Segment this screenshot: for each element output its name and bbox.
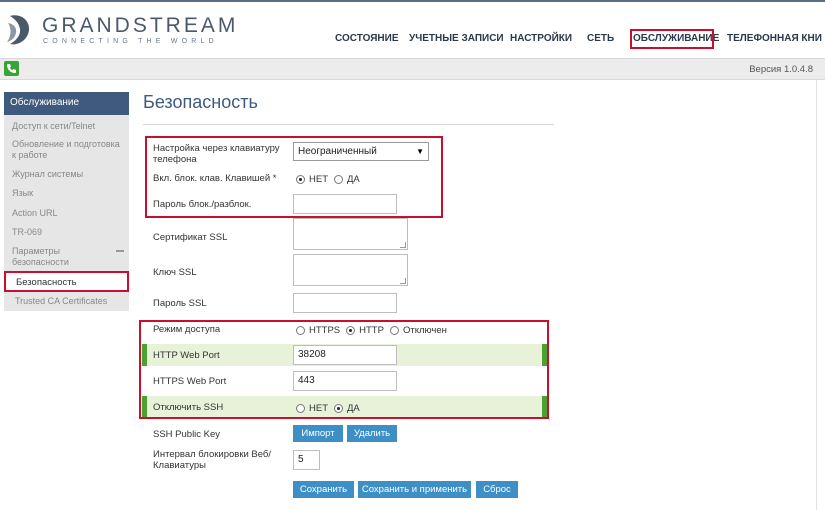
nav-network[interactable]: СЕТЬ [587, 33, 614, 44]
nav-status[interactable]: СОСТОЯНИЕ [335, 33, 399, 44]
access-mode-label: Режим доступа [153, 324, 221, 335]
selected-nav-highlight [630, 29, 714, 49]
reset-button[interactable]: Сброс [476, 481, 518, 498]
lock-password-label: Пароль блок./разблок. [153, 199, 252, 210]
firmware-version: Версия 1.0.4.8 [749, 64, 813, 75]
keypad-lock-label: Вкл. блок. клав. Клавишей * [153, 173, 277, 184]
top-navigation: СОСТОЯНИЕ УЧЕТНЫЕ ЗАПИСИ НАСТРОЙКИ СЕТЬ … [0, 2, 825, 58]
dropdown-arrow-icon: ▼ [416, 147, 424, 156]
sidebar-item-tr069[interactable]: TR-069 [12, 227, 122, 238]
sidebar-item-security[interactable]: Безопасность [4, 271, 129, 292]
sidebar-header[interactable]: Обслуживание [4, 92, 129, 115]
disable-ssh-radio-group: НЕТ ДА [296, 403, 364, 414]
https-port-label: HTTPS Web Port [153, 376, 227, 387]
keypad-lock-no-radio[interactable] [296, 175, 305, 184]
disable-ssh-no-label: НЕТ [309, 403, 328, 414]
ssl-password-label: Пароль SSL [153, 298, 207, 309]
http-port-input[interactable]: 38208 [293, 345, 397, 365]
keypad-lock-yes-radio[interactable] [334, 175, 343, 184]
access-mode-http-label: HTTP [359, 325, 384, 336]
ssl-cert-textarea[interactable] [293, 218, 408, 250]
http-port-label: HTTP Web Port [153, 350, 220, 361]
save-apply-button[interactable]: Сохранить и применить [358, 481, 471, 498]
keypad-setting-select[interactable]: Неограниченный ▼ [293, 142, 429, 161]
header: GRANDSTREAM CONNECTING THE WORLD СОСТОЯН… [0, 2, 825, 58]
keypad-setting-label: Настройка через клавиатуру телефона [153, 143, 280, 165]
access-mode-https-label: HTTPS [309, 325, 341, 336]
save-button[interactable]: Сохранить [293, 481, 354, 498]
access-mode-off-radio[interactable] [389, 326, 399, 335]
access-mode-radio-group: HTTPS HTTP Отключен [296, 325, 451, 336]
ssl-cert-label: Сертификат SSL [153, 232, 228, 243]
sidebar-item-upgrade[interactable]: Обновление и подготовка к работе [12, 139, 122, 161]
https-port-input[interactable]: 443 [293, 371, 397, 391]
resize-grip-icon[interactable] [400, 242, 406, 248]
sidebar-item-action-url[interactable]: Action URL [12, 208, 122, 219]
disable-ssh-label: Отключить SSH [153, 402, 224, 413]
lock-interval-input[interactable]: 5 [293, 450, 320, 470]
disable-ssh-no-radio[interactable] [296, 404, 305, 413]
access-mode-https-radio[interactable] [296, 326, 305, 335]
ssh-key-label: SSH Public Key [153, 429, 221, 440]
lock-password-input[interactable] [293, 194, 397, 214]
handset-glyph [7, 64, 16, 73]
sidebar-item-language[interactable]: Язык [12, 188, 122, 199]
keypad-lock-yes-label: ДА [347, 174, 360, 185]
sidebar-item-trusted-ca[interactable]: Trusted CA Certificates [15, 296, 107, 306]
phone-icon[interactable] [4, 61, 19, 76]
ssl-key-label: Ключ SSL [153, 267, 197, 278]
access-mode-off-label: Отключен [402, 325, 447, 336]
disable-ssh-yes-label: ДА [347, 403, 360, 414]
delete-button[interactable]: Удалить [347, 425, 397, 442]
access-mode-http-radio[interactable] [346, 326, 356, 335]
ssl-key-textarea[interactable] [293, 254, 408, 286]
toolbar: Версия 1.0.4.8 [0, 58, 825, 80]
title-divider [143, 124, 554, 125]
import-button[interactable]: Импорт [293, 425, 343, 442]
sidebar: Обслуживание Доступ к сети/Telnet Обновл… [4, 92, 129, 311]
ssl-password-input[interactable] [293, 293, 397, 313]
keypad-lock-radio-group: НЕТ ДА [296, 174, 364, 185]
keypad-setting-value: Неограниченный [298, 146, 377, 157]
nav-settings[interactable]: НАСТРОЙКИ [510, 33, 572, 44]
sidebar-item-security-settings[interactable]: Параметры безопасности [12, 246, 108, 268]
sidebar-item-syslog[interactable]: Журнал системы [12, 169, 122, 180]
nav-accounts[interactable]: УЧЕТНЫЕ ЗАПИСИ [409, 33, 504, 44]
keypad-lock-no-label: НЕТ [309, 174, 328, 185]
nav-phonebook[interactable]: ТЕЛЕФОННАЯ КНИ [727, 33, 822, 44]
lock-interval-label: Интервал блокировки Веб/ Клавиатуры [153, 449, 272, 471]
sidebar-item-network-access[interactable]: Доступ к сети/Telnet [12, 121, 122, 132]
collapse-icon[interactable] [116, 250, 124, 252]
disable-ssh-yes-radio[interactable] [334, 404, 343, 413]
resize-grip-icon[interactable] [400, 278, 406, 284]
page-title: Безопасность [143, 92, 258, 112]
page-right-border [816, 80, 817, 510]
